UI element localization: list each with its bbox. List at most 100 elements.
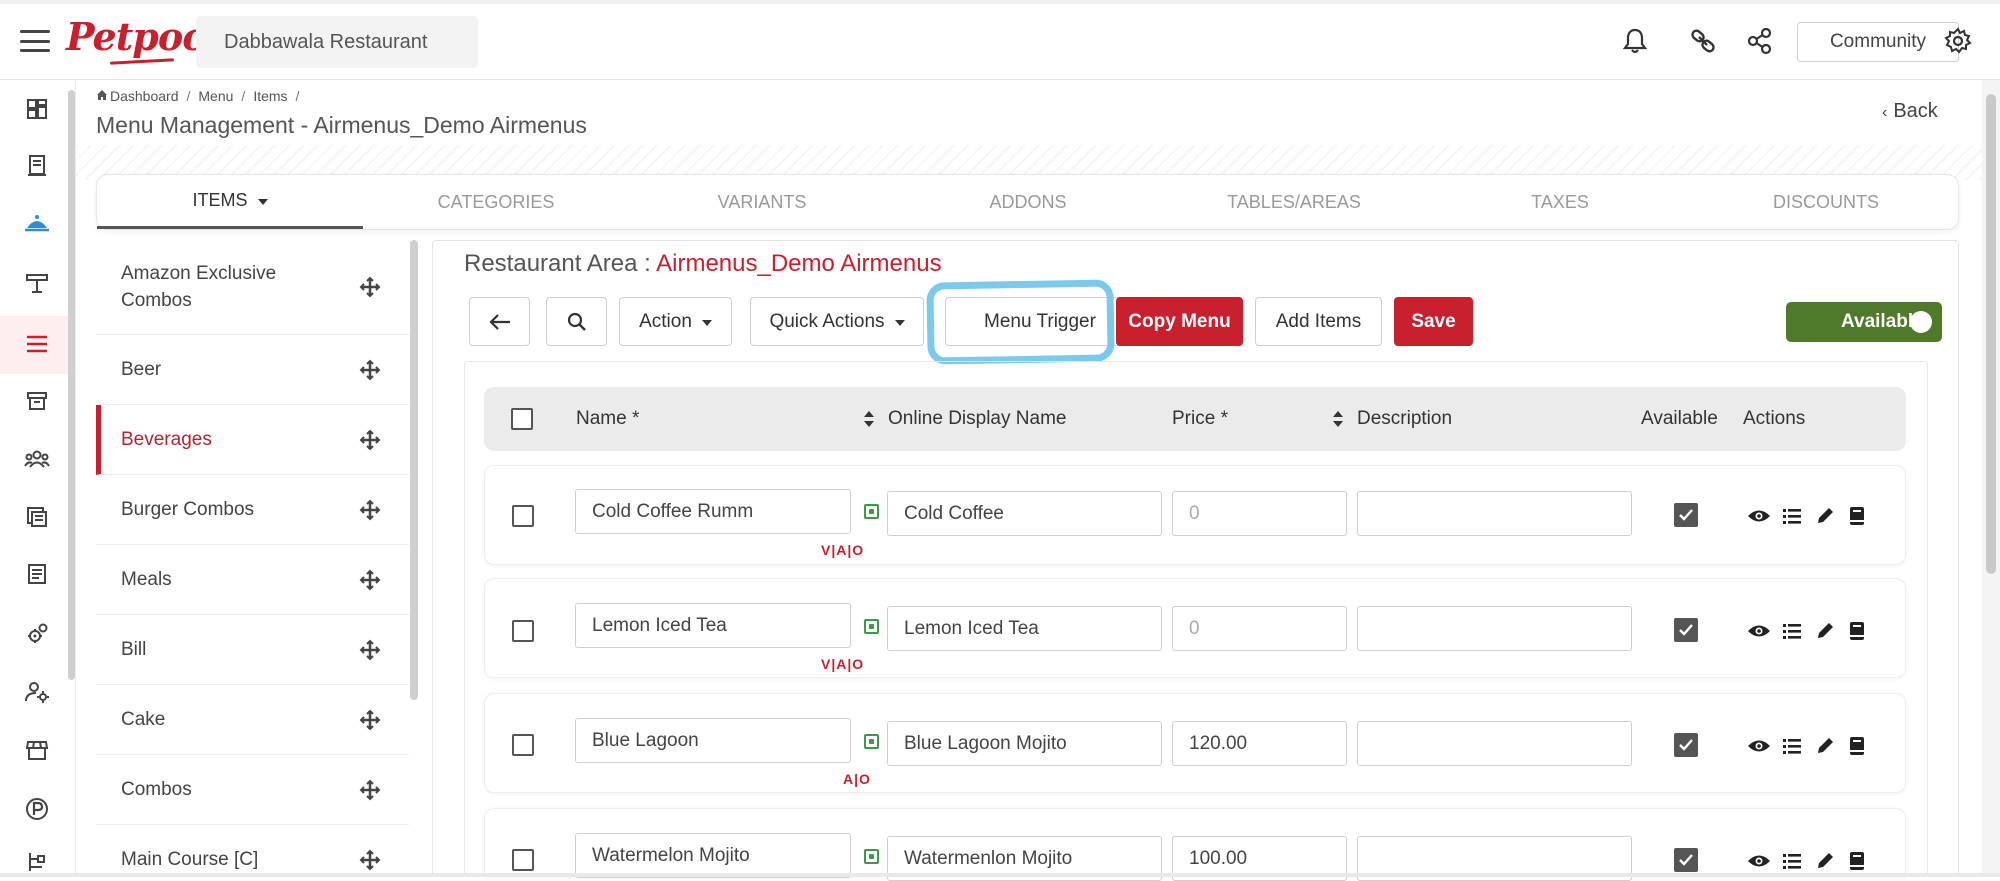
breadcrumb-items[interactable]: Items: [253, 88, 287, 104]
price-input[interactable]: 0: [1172, 491, 1347, 536]
page-scrollbar[interactable]: [1982, 80, 2000, 877]
bell-icon[interactable]: [1620, 26, 1650, 56]
addon-option-tags[interactable]: A|O: [843, 771, 871, 787]
item-name-input[interactable]: Cold Coffee Rumm: [575, 489, 851, 534]
eye-icon[interactable]: [1747, 734, 1771, 758]
category-item[interactable]: Burger Combos: [96, 475, 409, 545]
category-item[interactable]: Cake: [96, 685, 409, 755]
quick-actions-dropdown[interactable]: Quick Actions: [750, 297, 924, 346]
link-icon[interactable]: [1688, 26, 1718, 56]
users-icon[interactable]: [20, 442, 54, 476]
tab-discounts[interactable]: DISCOUNTS: [1693, 175, 1959, 229]
select-all-checkbox[interactable]: [511, 408, 533, 430]
calculator-icon[interactable]: [20, 500, 54, 534]
menu-list-icon[interactable]: [20, 327, 54, 361]
parking-icon[interactable]: [20, 792, 54, 826]
available-checkbox[interactable]: [1674, 848, 1698, 872]
tab-addons[interactable]: ADDONS: [895, 175, 1161, 229]
variant-addon-option-tags[interactable]: V|A|O: [821, 542, 864, 558]
online-name-input[interactable]: Blue Lagoon Mojito: [887, 721, 1162, 766]
restaurant-selector[interactable]: Dabbawala Restaurant: [196, 16, 478, 68]
book-icon[interactable]: [1845, 849, 1869, 873]
drag-handle-icon[interactable]: [359, 429, 381, 451]
page-scrollbar-thumb[interactable]: [1986, 94, 1996, 574]
category-item-active[interactable]: Beverages: [96, 405, 409, 475]
action-dropdown[interactable]: Action: [619, 297, 732, 346]
add-items-button[interactable]: Add Items: [1255, 297, 1382, 346]
category-item[interactable]: Bill: [96, 615, 409, 685]
pencil-edit-icon[interactable]: [1813, 734, 1837, 758]
available-checkbox[interactable]: [1674, 733, 1698, 757]
list-icon[interactable]: [1780, 619, 1804, 643]
drag-handle-icon[interactable]: [359, 779, 381, 801]
settings-cog-icon[interactable]: [20, 617, 54, 651]
list-icon[interactable]: [1780, 504, 1804, 528]
description-input[interactable]: [1357, 606, 1632, 651]
archive-icon[interactable]: [20, 384, 54, 418]
eye-icon[interactable]: [1747, 504, 1771, 528]
variant-addon-option-tags[interactable]: V|A|O: [821, 656, 864, 672]
drag-handle-icon[interactable]: [359, 499, 381, 521]
breadcrumb-menu[interactable]: Menu: [198, 88, 233, 104]
row-checkbox[interactable]: [512, 505, 534, 527]
eye-icon[interactable]: [1747, 619, 1771, 643]
drag-handle-icon[interactable]: [359, 359, 381, 381]
row-checkbox[interactable]: [512, 849, 534, 871]
available-checkbox[interactable]: [1674, 503, 1698, 527]
eye-icon[interactable]: [1747, 849, 1771, 873]
receipt-icon[interactable]: [20, 149, 54, 183]
price-input[interactable]: 120.00: [1172, 721, 1347, 766]
tab-items[interactable]: ITEMS: [97, 175, 363, 229]
drag-handle-icon[interactable]: [359, 276, 381, 298]
drag-handle-icon[interactable]: [359, 709, 381, 731]
item-name-input[interactable]: Watermelon Mojito: [575, 833, 851, 878]
share-icon[interactable]: [1745, 26, 1775, 56]
pencil-edit-icon[interactable]: [1813, 504, 1837, 528]
drag-handle-icon[interactable]: [359, 569, 381, 591]
drag-handle-icon[interactable]: [359, 849, 381, 871]
category-scrollbar[interactable]: [410, 240, 418, 700]
item-name-input[interactable]: Blue Lagoon: [575, 718, 851, 763]
description-input[interactable]: [1357, 721, 1632, 766]
store-icon[interactable]: [20, 733, 54, 767]
tab-categories[interactable]: CATEGORIES: [363, 175, 629, 229]
category-item[interactable]: Amazon Exclusive Combos: [96, 240, 409, 335]
list-icon[interactable]: [1780, 849, 1804, 873]
online-name-input[interactable]: Lemon Iced Tea: [887, 606, 1162, 651]
tab-tables-areas[interactable]: TABLES/AREAS: [1161, 175, 1427, 229]
book-icon[interactable]: [1845, 619, 1869, 643]
table-icon[interactable]: [20, 266, 54, 300]
pencil-edit-icon[interactable]: [1813, 849, 1837, 873]
gear-icon[interactable]: [1943, 26, 1973, 56]
tab-variants[interactable]: VARIANTS: [629, 175, 895, 229]
item-name-input[interactable]: Lemon Iced Tea: [575, 603, 851, 648]
waiter-service-icon[interactable]: [20, 206, 54, 240]
menu-icon[interactable]: [20, 30, 50, 52]
category-item[interactable]: Meals: [96, 545, 409, 615]
save-button[interactable]: Save: [1394, 297, 1473, 346]
sort-icon[interactable]: [863, 410, 875, 428]
book-icon[interactable]: [1845, 504, 1869, 528]
sort-icon[interactable]: [1332, 410, 1344, 428]
row-checkbox[interactable]: [512, 734, 534, 756]
search-button[interactable]: [546, 297, 607, 346]
document-icon[interactable]: [20, 557, 54, 591]
available-toggle[interactable]: Available: [1786, 302, 1942, 342]
price-input[interactable]: 0: [1172, 606, 1347, 651]
back-button[interactable]: ‹ Back: [1882, 100, 1938, 123]
book-icon[interactable]: [1845, 734, 1869, 758]
breadcrumb-dashboard[interactable]: Dashboard: [110, 88, 179, 104]
pencil-edit-icon[interactable]: [1813, 619, 1837, 643]
list-icon[interactable]: [1780, 734, 1804, 758]
online-name-input[interactable]: Cold Coffee: [887, 491, 1162, 536]
category-item[interactable]: Combos: [96, 755, 409, 825]
drag-handle-icon[interactable]: [359, 639, 381, 661]
copy-menu-button[interactable]: Copy Menu: [1116, 297, 1243, 346]
sidebar-scrollbar[interactable]: [68, 90, 75, 680]
row-checkbox[interactable]: [512, 620, 534, 642]
tab-taxes[interactable]: TAXES: [1427, 175, 1693, 229]
community-button[interactable]: Community: [1797, 22, 1959, 62]
category-item[interactable]: Main Course [C]: [96, 825, 409, 877]
dashboard-icon[interactable]: [20, 92, 54, 126]
description-input[interactable]: [1357, 491, 1632, 536]
